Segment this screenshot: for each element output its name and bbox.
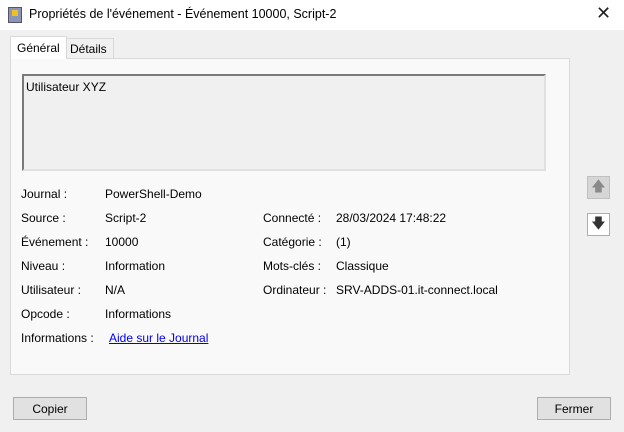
close-icon[interactable]: ✕ (596, 3, 611, 24)
title-bar: Propriétés de l'événement - Événement 10… (0, 0, 624, 30)
arrow-down-icon: 🡇 (591, 214, 606, 231)
computer-value: SRV-ADDS-01.it-connect.local (336, 283, 498, 297)
next-event-button[interactable]: 🡇 (587, 213, 610, 236)
window-title: Propriétés de l'événement - Événement 10… (29, 7, 337, 21)
logged-value: 28/03/2024 17:48:22 (336, 211, 447, 225)
help-link[interactable]: Aide sur le Journal (109, 331, 208, 345)
keywords-value: Classique (336, 259, 389, 273)
category-value: (1) (336, 235, 351, 249)
source-value: Script-2 (105, 211, 147, 225)
copy-button[interactable]: Copier (13, 397, 87, 420)
keywords-label: Mots-clés : (263, 259, 322, 273)
tab-details[interactable]: Détails (63, 38, 114, 59)
event-description[interactable]: Utilisateur XYZ (22, 74, 546, 171)
journal-value: PowerShell-Demo (105, 187, 202, 201)
opcode-label: Opcode : (21, 307, 70, 321)
logged-label: Connecté : (263, 211, 322, 225)
level-value: Information (105, 259, 166, 273)
close-button[interactable]: Fermer (537, 397, 611, 420)
opcode-value: Informations (105, 307, 172, 321)
user-label: Utilisateur : (21, 283, 82, 297)
category-label: Catégorie : (263, 235, 322, 249)
previous-event-button[interactable]: 🡅 (587, 176, 610, 199)
computer-label: Ordinateur : (263, 283, 327, 297)
tab-general[interactable]: Général (10, 36, 67, 59)
event-viewer-icon (8, 7, 22, 23)
info-label: Informations : (21, 331, 94, 345)
source-label: Source : (21, 211, 66, 225)
user-value: N/A (105, 283, 126, 297)
event-id-label: Événement : (21, 235, 89, 249)
event-id-value: 10000 (105, 235, 139, 249)
journal-label: Journal : (21, 187, 68, 201)
arrow-up-icon: 🡅 (591, 177, 606, 194)
level-label: Niveau : (21, 259, 66, 273)
